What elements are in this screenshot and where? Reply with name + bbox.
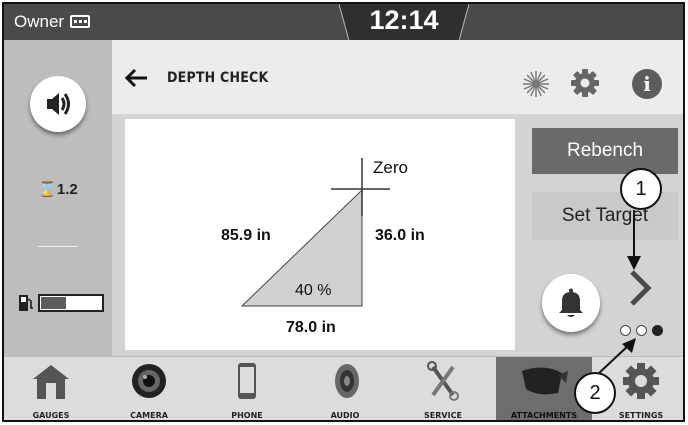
nav-audio[interactable]: AUDIO [304,357,386,420]
clock-time: 12:14 [369,5,439,35]
depth-check-diagram: Zero 85.9 in 36.0 in 40 % 78.0 in [125,119,515,350]
speaker-volume-icon [47,93,70,115]
page-title: DEPTH CHECK [167,70,269,86]
bell-icon [559,288,583,317]
nav-phone[interactable]: PHONE [206,357,288,420]
page-dot[interactable] [652,325,663,336]
hypotenuse-length: 85.9 in [221,227,271,244]
fuel-gauge-bar [38,294,104,312]
keyboard-icon[interactable] [70,15,90,28]
settings-gear-icon[interactable] [570,68,600,98]
nav-gauges[interactable]: GAUGES [10,357,92,420]
divider [38,246,78,247]
phone-icon [238,363,256,399]
nav-audio-label: AUDIO [330,411,360,420]
vertical-depth: 36.0 in [375,227,425,244]
owner-label[interactable]: Owner [14,12,64,32]
nav-phone-label: PHONE [231,411,263,420]
nav-attachments-label: ATTACHMENTS [510,411,578,420]
camera-icon [132,364,166,398]
hour-gauge-value: ⌛1.2 [38,181,78,198]
zero-label: Zero [373,158,408,177]
back-arrow-icon[interactable] [124,68,148,88]
status-bar: Owner 12:14 [4,4,683,48]
depth-triangle-graphic [240,158,390,307]
callout-1: 1 [620,168,662,210]
nav-service-label: SERVICE [424,411,462,420]
brightness-icon[interactable] [522,70,550,98]
callout-2: 2 [574,372,616,414]
nav-service[interactable]: SERVICE [402,357,484,420]
nav-settings-label: SETTINGS [618,411,664,420]
fuel-pump-icon [19,295,33,311]
nav-camera[interactable]: CAMERA [108,357,190,420]
main-panel: Zero 85.9 in 36.0 in 40 % 78.0 in Rebenc… [112,114,683,356]
callout-2-arrow [597,338,636,375]
volume-button[interactable] [30,76,86,132]
title-bar: DEPTH CHECK i [112,40,683,114]
home-icon [33,365,69,399]
fuel-gauge-fill [41,297,66,309]
speaker-icon [335,364,359,398]
wrench-icon [427,361,459,401]
display-screen: Owner 12:14 ⌛1.2 DEPTH CHECK i Zero 85.9… [2,2,685,422]
info-icon[interactable]: i [632,69,662,99]
base-length: 78.0 in [286,319,336,336]
nav-camera-label: CAMERA [130,411,168,420]
nav-gauges-label: GAUGES [32,411,70,420]
callout-1-arrow [627,210,641,270]
rebench-button[interactable]: Rebench [532,128,678,174]
left-sidebar: ⌛1.2 [4,40,112,356]
bucket-icon [522,367,568,395]
alert-button[interactable] [542,274,600,332]
next-page-chevron-icon[interactable] [626,266,654,310]
grade-percent: 40 % [295,282,332,299]
